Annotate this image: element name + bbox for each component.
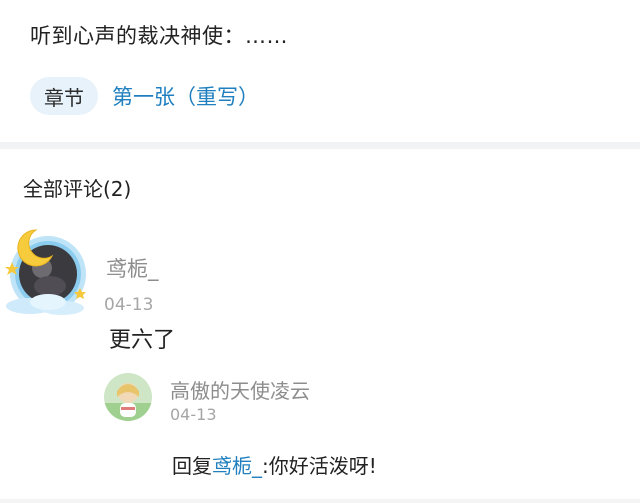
reply-body: 回复鸢栀_:你好活泼呀! [172,450,377,479]
comment-page: 听到心声的裁决神使：…… 章节 第一张（重写） 全部评论(2) 鸢栀_ 04-1… [0,0,640,503]
anime-character-avatar-icon[interactable] [104,373,152,421]
chapter-tag[interactable]: 章节 [30,77,98,115]
chapter-row: 章节 第一张（重写） [30,77,259,115]
reply-text: :你好活泼呀! [262,454,377,478]
chapter-link[interactable]: 第一张（重写） [112,81,259,111]
comment-body: 更六了 [109,328,176,353]
section-divider [0,142,640,149]
reply-date: 04-13 [170,405,217,424]
reply-author[interactable]: 高傲的天使凌云 [170,375,310,404]
comments-title: 全部评论(2) [23,177,132,201]
moon-star-avatar-frame-icon[interactable] [0,222,100,322]
comment-author[interactable]: 鸢栀_ [106,253,159,283]
comment-date: 04-13 [104,295,154,315]
bottom-divider [0,499,640,503]
post-text: 听到心声的裁决神使：…… [30,24,288,48]
reply-mention-link[interactable]: 鸢栀_ [212,454,262,478]
reply-prefix: 回复 [172,454,212,478]
